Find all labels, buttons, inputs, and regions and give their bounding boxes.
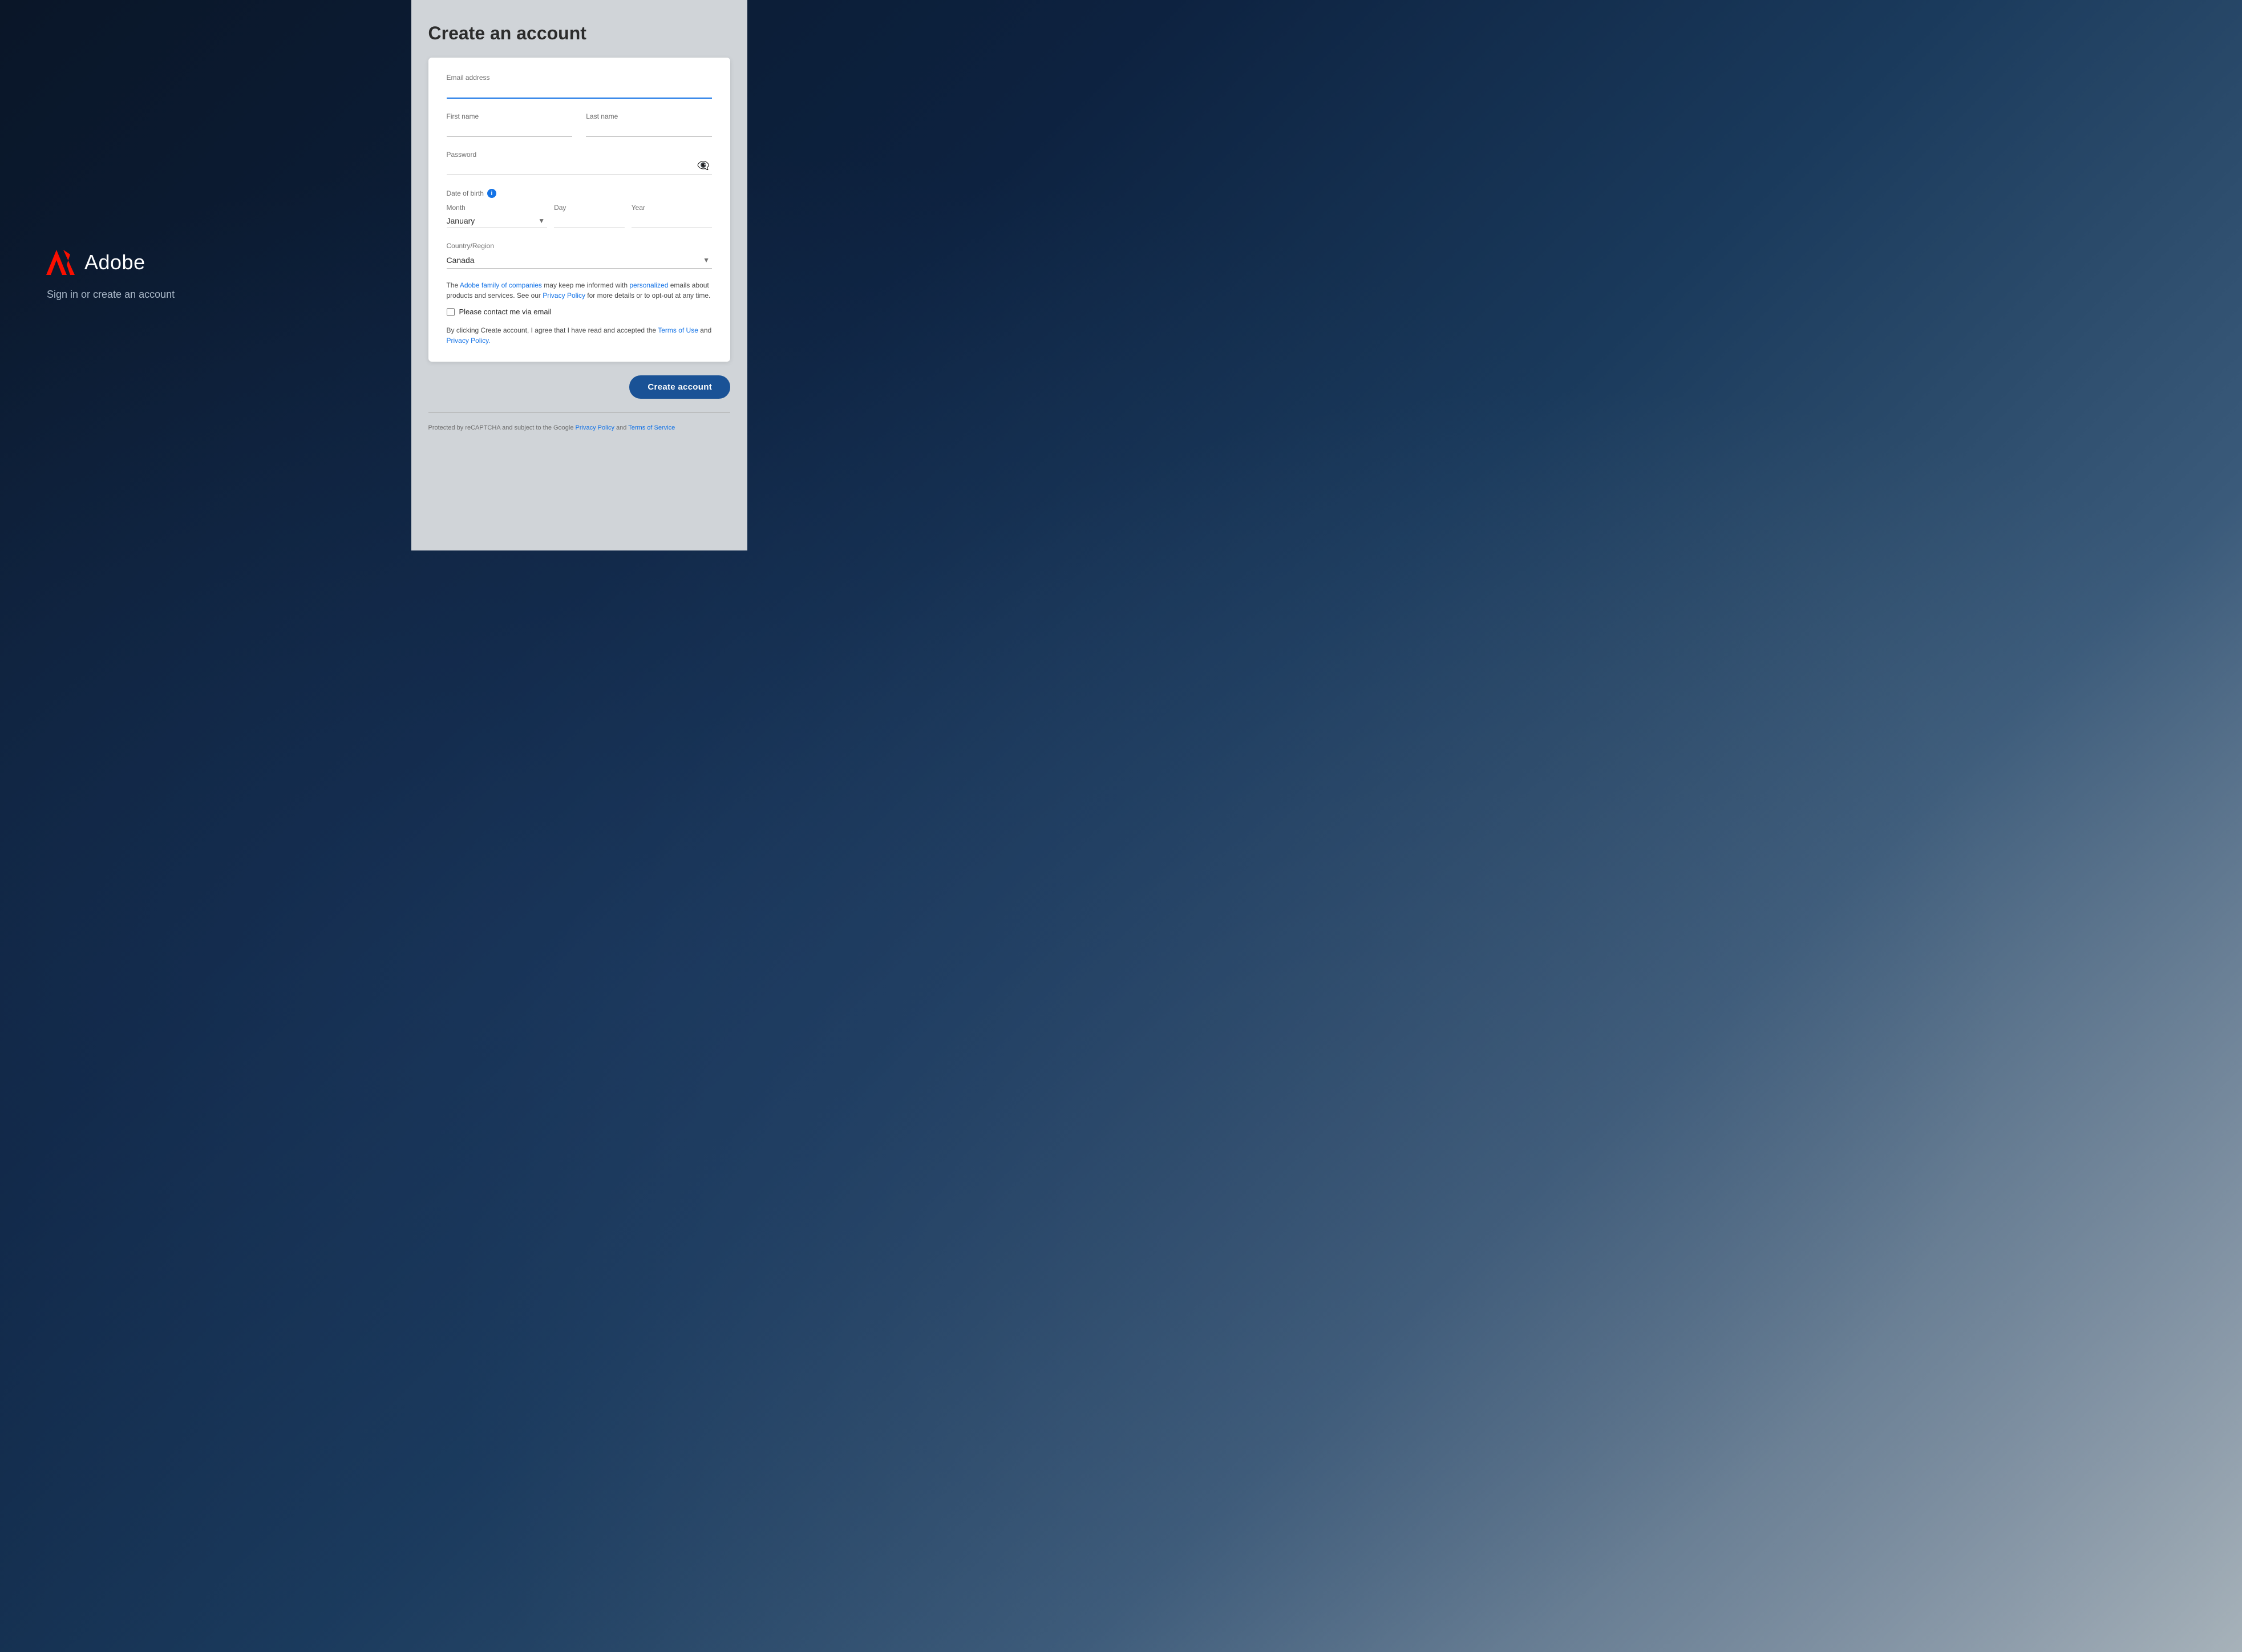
- adobe-icon: [46, 250, 75, 275]
- country-label: Country/Region: [447, 242, 713, 250]
- privacy-policy-link-1[interactable]: Privacy Policy: [543, 291, 585, 299]
- dob-row: Month January February March April May J…: [447, 204, 713, 228]
- terms-text-1: By clicking Create account, I agree that…: [447, 326, 658, 334]
- last-name-input[interactable]: [586, 123, 712, 137]
- year-input[interactable]: [632, 214, 712, 228]
- password-wrapper: 👁‍🗨: [447, 161, 713, 175]
- password-input[interactable]: [447, 161, 713, 175]
- month-sublabel: Month: [447, 204, 548, 212]
- tagline-label: Sign in or create an account: [47, 289, 175, 301]
- adobe-family-link[interactable]: Adobe family of companies: [460, 281, 542, 289]
- month-select-wrapper: January February March April May June Ju…: [447, 214, 548, 228]
- left-panel: Adobe Sign in or create an account: [0, 0, 411, 550]
- month-col: Month January February March April May J…: [447, 204, 548, 228]
- name-row: First name Last name: [447, 112, 713, 151]
- day-input[interactable]: [554, 214, 625, 228]
- adobe-logo: Adobe: [46, 250, 145, 275]
- terms-of-use-link[interactable]: Terms of Use: [658, 326, 698, 334]
- email-input[interactable]: [447, 84, 713, 99]
- privacy-policy-link-2[interactable]: Privacy Policy.: [447, 337, 491, 345]
- form-card: Email address First name Last name Passw…: [428, 58, 731, 362]
- password-group: Password 👁‍🗨: [447, 151, 713, 175]
- recaptcha-text-1: Protected by reCAPTCHA and subject to th…: [428, 424, 576, 431]
- first-name-label: First name: [447, 112, 573, 120]
- create-account-button[interactable]: Create account: [629, 375, 730, 399]
- terms-text-2: and: [698, 326, 711, 334]
- last-name-label: Last name: [586, 112, 712, 120]
- personalized-link[interactable]: personalized: [629, 281, 668, 289]
- dob-info-icon[interactable]: i: [487, 189, 496, 198]
- checkbox-row: Please contact me via email: [447, 307, 713, 316]
- password-label: Password: [447, 151, 713, 159]
- consent-text-1: The: [447, 281, 460, 289]
- recaptcha-text: Protected by reCAPTCHA and subject to th…: [428, 412, 731, 433]
- recaptcha-terms-link[interactable]: Terms of Service: [628, 424, 675, 431]
- recaptcha-text-2: and: [614, 424, 628, 431]
- recaptcha-privacy-link[interactable]: Privacy Policy: [576, 424, 614, 431]
- page-title: Create an account: [428, 23, 731, 44]
- email-group: Email address: [447, 74, 713, 99]
- consent-text-4: for more details or to opt-out at any ti…: [585, 291, 710, 299]
- consent-text: The Adobe family of companies may keep m…: [447, 280, 713, 301]
- year-sublabel: Year: [632, 204, 712, 212]
- country-select-wrapper: Canada United States United Kingdom Aust…: [447, 252, 713, 269]
- day-sublabel: Day: [554, 204, 625, 212]
- email-label: Email address: [447, 74, 713, 82]
- month-select[interactable]: January February March April May June Ju…: [447, 214, 548, 228]
- year-col: Year: [632, 204, 712, 228]
- day-col: Day: [554, 204, 625, 228]
- dob-label-row: Date of birth i: [447, 189, 713, 198]
- terms-text: By clicking Create account, I agree that…: [447, 325, 713, 346]
- checkbox-label: Please contact me via email: [459, 307, 552, 316]
- toggle-password-icon[interactable]: 👁‍🗨: [697, 160, 710, 172]
- dob-group: Date of birth i Month January February M…: [447, 189, 713, 228]
- first-name-group: First name: [447, 112, 573, 137]
- country-group: Country/Region Canada United States Unit…: [447, 242, 713, 269]
- dob-label: Date of birth: [447, 189, 484, 197]
- country-select[interactable]: Canada United States United Kingdom Aust…: [447, 252, 713, 268]
- adobe-name-label: Adobe: [84, 250, 145, 274]
- last-name-group: Last name: [586, 112, 712, 137]
- contact-checkbox[interactable]: [447, 308, 455, 316]
- first-name-input[interactable]: [447, 123, 573, 137]
- right-panel: Create an account Email address First na…: [411, 0, 748, 550]
- consent-text-2: may keep me informed with: [542, 281, 629, 289]
